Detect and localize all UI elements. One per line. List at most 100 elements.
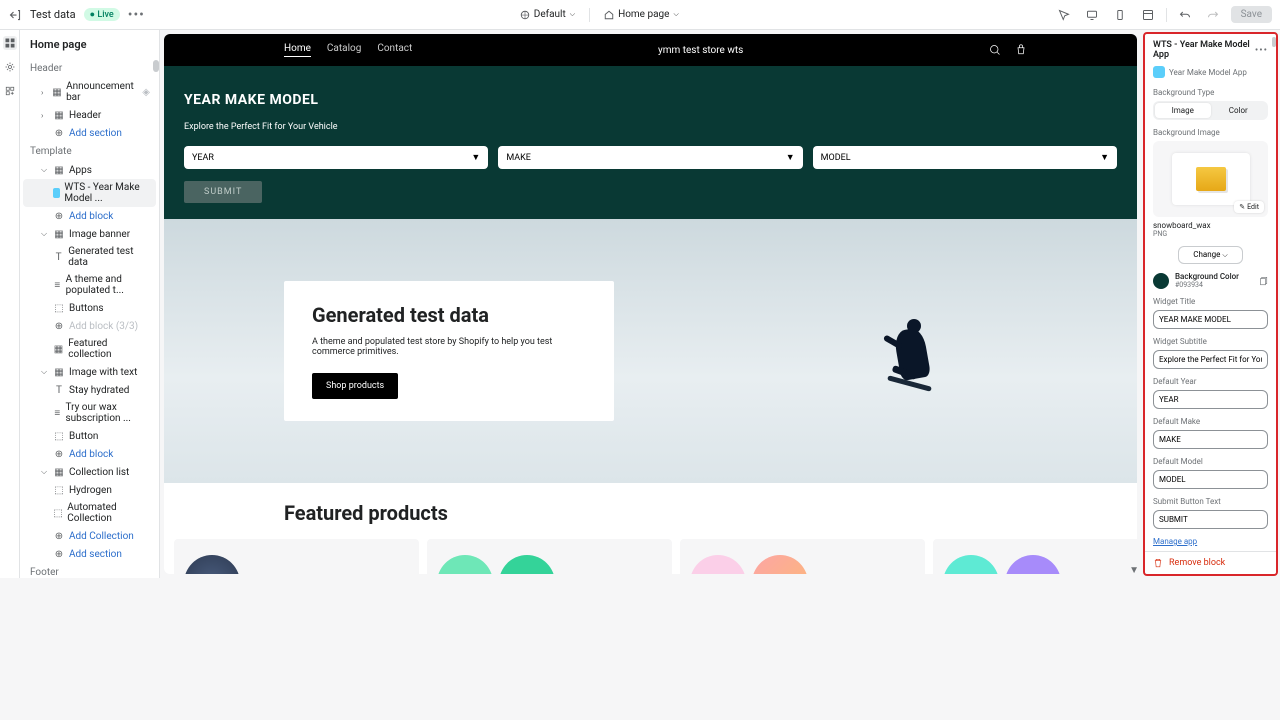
add-section-template[interactable]: ⊕Add section [23, 545, 156, 563]
widget-subtitle-label: Widget Subtitle [1153, 337, 1268, 346]
ymm-submit-button[interactable]: SUBMIT [184, 181, 262, 203]
model-select[interactable]: MODEL▼ [813, 146, 1117, 169]
color-swatch [1153, 273, 1169, 289]
product-card[interactable] [680, 539, 925, 574]
add-block-imgtext[interactable]: ⊕Add block [23, 445, 156, 463]
product-card[interactable] [933, 539, 1137, 574]
cart-icon[interactable] [1015, 44, 1027, 56]
settings-title: WTS - Year Make Model App [1153, 40, 1255, 60]
submit-text-label: Submit Button Text [1153, 497, 1268, 506]
tree-automated[interactable]: ⬚Automated Collection [23, 499, 156, 527]
product-card[interactable] [174, 539, 419, 574]
featured-title: Featured products [284, 501, 1017, 525]
group-header: Header [20, 59, 159, 78]
rail-sections-icon[interactable] [3, 36, 17, 50]
settings-scrollbar[interactable] [1272, 37, 1276, 47]
nav-home[interactable]: Home [284, 43, 311, 57]
tree-try-wax[interactable]: ≡Try our wax subscription ... [23, 399, 156, 427]
store-header: Home Catalog Contact ymm test store wts [164, 34, 1137, 66]
tree-image-banner[interactable]: ⌵▦Image banner [23, 225, 156, 243]
bg-type-label: Background Type [1153, 88, 1268, 97]
add-section-header[interactable]: ⊕Add section [23, 124, 156, 142]
remove-block-button[interactable]: Remove block [1145, 551, 1276, 574]
group-template: Template [20, 142, 159, 161]
year-select[interactable]: YEAR▼ [184, 146, 488, 169]
template-dropdown[interactable]: Home page ⌵ [598, 6, 685, 23]
banner-text: A theme and populated test store by Shop… [312, 337, 586, 357]
save-button[interactable]: Save [1231, 6, 1272, 23]
change-image-button[interactable]: Change ⌵ [1178, 246, 1242, 264]
ymm-widget: YEAR MAKE MODEL Explore the Perfect Fit … [164, 66, 1137, 219]
tree-apps[interactable]: ⌵▦Apps [23, 161, 156, 179]
tree-theme-pop[interactable]: ≡A theme and populated t... [23, 271, 156, 299]
rail-apps-icon[interactable] [3, 84, 17, 98]
bg-type-segmented[interactable]: Image Color [1153, 101, 1268, 120]
settings-app-row: Year Make Model App [1145, 66, 1276, 84]
default-year-label: Default Year [1153, 377, 1268, 386]
tab-image[interactable]: Image [1155, 103, 1211, 118]
widget-subtitle-input[interactable] [1153, 350, 1268, 369]
ymm-subtitle: Explore the Perfect Fit for Your Vehicle [184, 122, 1117, 132]
manage-app-link[interactable]: Manage app [1153, 537, 1197, 546]
shop-button[interactable]: Shop products [312, 373, 398, 399]
page-name: Test data [30, 8, 76, 21]
tree-generated[interactable]: TGenerated test data [23, 243, 156, 271]
banner-image [877, 319, 947, 419]
nav-contact[interactable]: Contact [377, 43, 412, 57]
default-make-input[interactable] [1153, 430, 1268, 449]
banner-card: Generated test data A theme and populate… [284, 281, 614, 421]
submit-text-input[interactable] [1153, 510, 1268, 529]
image-preview[interactable]: ✎Edit [1153, 141, 1268, 217]
tree-hydrogen[interactable]: ⬚Hydrogen [23, 481, 156, 499]
top-bar: Test data ● Live ••• Default ⌵ Home page… [0, 0, 1280, 30]
tree-button[interactable]: ⬚Button [23, 427, 156, 445]
widget-title-input[interactable] [1153, 310, 1268, 329]
settings-more-icon[interactable]: ••• [1255, 45, 1268, 56]
inspector-icon[interactable] [1054, 5, 1074, 25]
sections-sidebar: Home page Header ›▦Announcement bar◈ ›▦H… [20, 30, 160, 578]
search-icon[interactable] [989, 44, 1001, 56]
tab-color[interactable]: Color [1211, 103, 1267, 118]
tree-image-text[interactable]: ⌵▦Image with text [23, 363, 156, 381]
exit-icon[interactable] [8, 8, 22, 22]
edit-image-button[interactable]: ✎Edit [1234, 201, 1264, 213]
file-type: PNG [1153, 230, 1268, 238]
rail-settings-icon[interactable] [3, 60, 17, 74]
add-collection[interactable]: ⊕Add Collection [23, 527, 156, 545]
make-select[interactable]: MAKE▼ [498, 146, 802, 169]
live-badge: ● Live [84, 8, 120, 21]
more-menu[interactable]: ••• [128, 7, 145, 23]
default-year-input[interactable] [1153, 390, 1268, 409]
copy-icon[interactable] [1258, 276, 1268, 286]
sidebar-scrollbar[interactable] [153, 60, 159, 72]
image-banner: Generated test data A theme and populate… [164, 219, 1137, 483]
mobile-icon[interactable] [1110, 5, 1130, 25]
color-name: Background Color [1175, 272, 1252, 281]
bg-color-row[interactable]: Background Color #093934 [1145, 268, 1276, 293]
add-block-apps[interactable]: ⊕Add block [23, 207, 156, 225]
viewport-dropdown[interactable]: Default ⌵ [514, 6, 581, 23]
redo-icon[interactable] [1203, 5, 1223, 25]
desktop-icon[interactable] [1082, 5, 1102, 25]
tree-stay-hydrated[interactable]: TStay hydrated [23, 381, 156, 399]
store-name: ymm test store wts [658, 45, 743, 56]
fullwidth-icon[interactable] [1138, 5, 1158, 25]
color-hex: #093934 [1175, 281, 1252, 289]
widget-title-label: Widget Title [1153, 297, 1268, 306]
tree-featured[interactable]: ▦Featured collection [23, 335, 156, 363]
default-model-input[interactable] [1153, 470, 1268, 489]
file-name: snowboard_wax [1153, 221, 1268, 230]
tree-collection-list[interactable]: ⌵▦Collection list [23, 463, 156, 481]
bg-image-label: Background Image [1153, 128, 1268, 137]
preview-scroll-down-icon[interactable]: ▼ [1129, 565, 1139, 576]
undo-icon[interactable] [1175, 5, 1195, 25]
tree-announcement[interactable]: ›▦Announcement bar◈ [23, 78, 156, 106]
tree-header[interactable]: ›▦Header [23, 106, 156, 124]
nav-catalog[interactable]: Catalog [327, 43, 361, 57]
tree-buttons[interactable]: ⬚Buttons [23, 299, 156, 317]
ymm-title: YEAR MAKE MODEL [184, 92, 1117, 108]
settings-panel: WTS - Year Make Model App ••• Year Make … [1143, 32, 1278, 576]
product-card[interactable] [427, 539, 672, 574]
tree-wts-app[interactable]: WTS - Year Make Model ... [23, 179, 156, 207]
preview-area: Home Catalog Contact ymm test store wts … [160, 30, 1141, 578]
